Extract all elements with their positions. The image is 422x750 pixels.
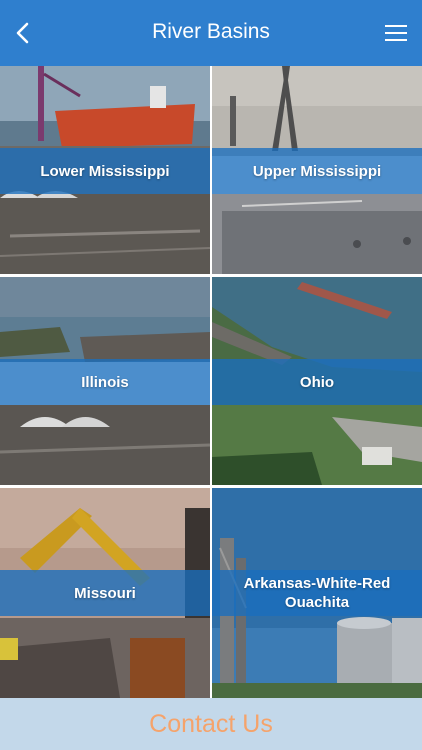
basin-label: Lower Mississippi (40, 162, 170, 180)
basin-label-band: Missouri (0, 570, 210, 616)
hamburger-menu-icon (385, 25, 407, 41)
basin-tile-upper-mississippi[interactable]: Upper Mississippi (212, 66, 422, 274)
basin-label-band: Upper Mississippi (212, 148, 422, 194)
basin-label-band: Arkansas-White-Red Ouachita (212, 570, 422, 616)
basin-grid: Lower Mississippi Upper Mississippi Illi… (0, 66, 422, 698)
basin-tile-illinois[interactable]: Illinois (0, 277, 210, 485)
page-title: River Basins (152, 20, 270, 43)
basin-label-band: Ohio (212, 359, 422, 405)
basin-label: Illinois (81, 373, 129, 391)
menu-button[interactable] (384, 22, 408, 44)
basin-tile-lower-mississippi[interactable]: Lower Mississippi (0, 66, 210, 274)
basin-label: Missouri (74, 584, 136, 602)
basin-label-band: Lower Mississippi (0, 148, 210, 194)
basin-label: Ohio (299, 373, 335, 391)
basin-label-band: Illinois (0, 359, 210, 405)
app-header: River Basins (0, 0, 422, 66)
basin-tile-arkansas-white-red-ouachita[interactable]: Arkansas-White-Red Ouachita (212, 488, 422, 698)
contact-us-label: Contact Us (149, 709, 273, 738)
basin-tile-ohio[interactable]: Ohio (212, 277, 422, 485)
contact-us-button[interactable]: Contact Us (0, 698, 422, 750)
basin-tile-missouri[interactable]: Missouri (0, 488, 210, 698)
basin-label: Upper Mississippi (252, 162, 382, 180)
basin-label: Arkansas-White-Red Ouachita (243, 575, 391, 611)
